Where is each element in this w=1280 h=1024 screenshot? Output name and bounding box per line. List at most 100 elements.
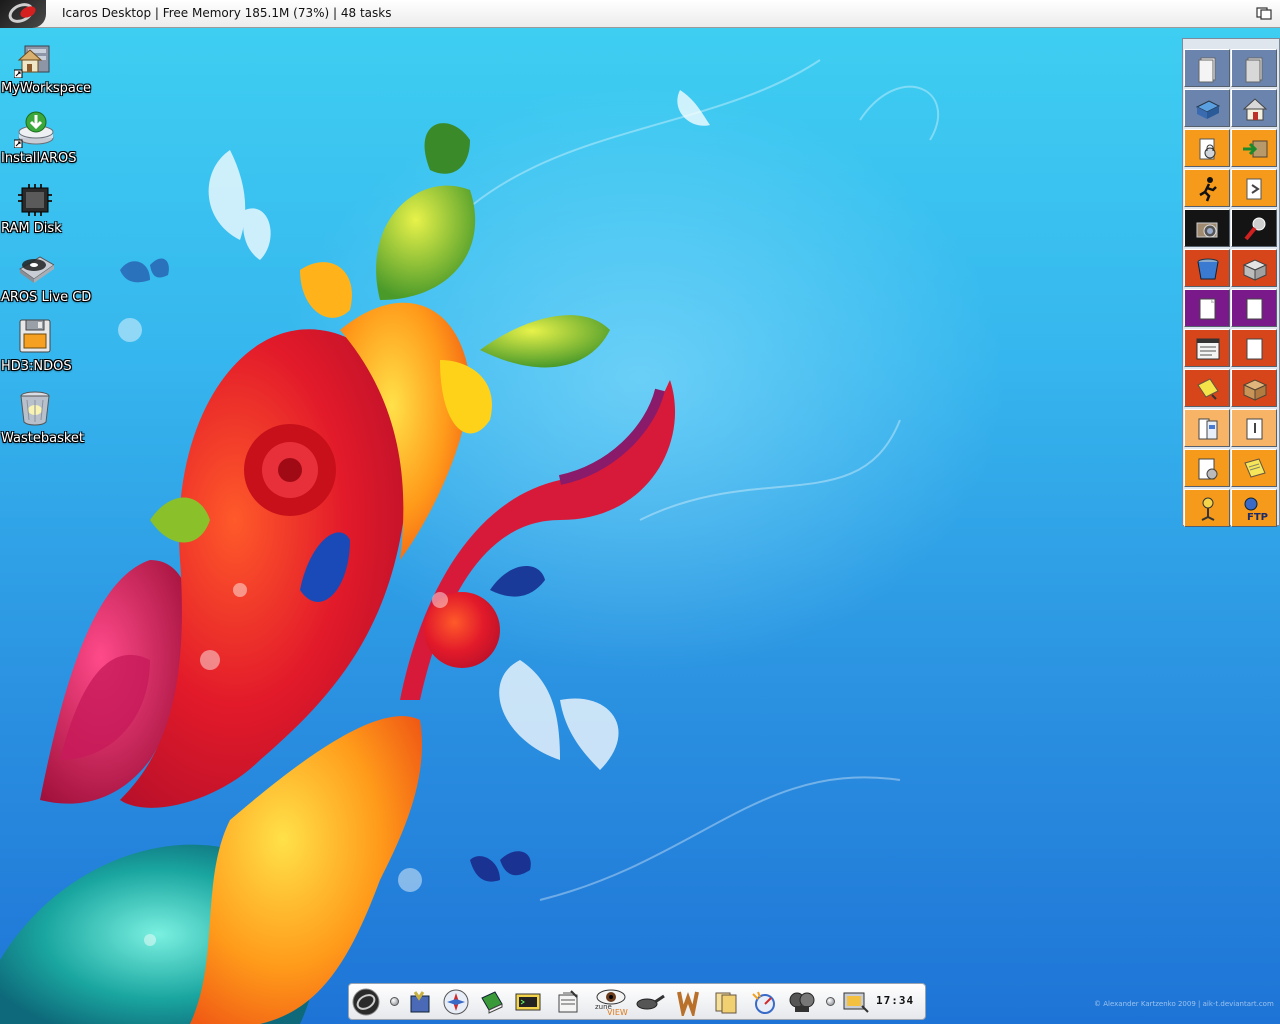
- dock-button-sticky-note[interactable]: [1184, 369, 1230, 407]
- desktop-icon-label: Wastebasket: [1, 431, 85, 446]
- launcher-book[interactable]: [477, 988, 507, 1016]
- desktop-icon-label: InstallAROS: [1, 151, 77, 166]
- document-pen-icon: [1246, 418, 1263, 440]
- dock-button-microphone[interactable]: [1231, 209, 1277, 247]
- dock-button-camera[interactable]: [1184, 209, 1230, 247]
- monitor-icon: [843, 992, 869, 1013]
- wallpaper-artwork: [0, 59, 940, 1024]
- camera-icon: [1196, 222, 1218, 238]
- screen-title-bar[interactable]: Icaros Desktop | Free Memory 185.1M (73%…: [0, 0, 1280, 28]
- desktop-background[interactable]: [0, 0, 1280, 1024]
- wanderer-icon: [677, 991, 699, 1020]
- workspace-icon: [14, 45, 50, 78]
- radar-icon: [752, 991, 775, 1014]
- dock-button-lock[interactable]: [1184, 129, 1230, 167]
- view-text: VIEW: [607, 1008, 628, 1016]
- notepad-icon: [1244, 458, 1266, 478]
- settings-doc-icon: [1198, 458, 1218, 480]
- launcher-radar[interactable]: [749, 988, 779, 1016]
- dock-button-terminal[interactable]: [1184, 329, 1230, 367]
- dock-button-box[interactable]: [1231, 249, 1277, 287]
- aros-logo-icon: [352, 988, 380, 1016]
- install-icon: [14, 111, 54, 148]
- document-arrow-icon: [1246, 178, 1262, 200]
- desktop-icon-label: AROS Live CD: [1, 290, 92, 305]
- dock-button-drive[interactable]: [1184, 89, 1230, 127]
- file-manager-icon: [410, 991, 430, 1013]
- ftp-label: FTP: [1247, 512, 1268, 523]
- dock-button-document-arrow[interactable]: [1231, 169, 1277, 207]
- dock-button-home[interactable]: [1231, 89, 1277, 127]
- floppy-icon: [19, 319, 51, 353]
- desktop-icon-label: MyWorkspace: [1, 81, 91, 96]
- document-icon: [1198, 57, 1216, 83]
- game-icon: [789, 992, 815, 1012]
- dock-button-notepad[interactable]: [1231, 449, 1277, 487]
- dock-button-ftp[interactable]: FTP: [1231, 489, 1277, 527]
- launcher-separator-dot: [390, 997, 399, 1006]
- cdrom-icon: [19, 256, 54, 283]
- launcher-pan[interactable]: [635, 988, 665, 1016]
- dock-button-document-4[interactable]: [1231, 329, 1277, 367]
- lock-icon: [1199, 138, 1216, 160]
- ramdisk-icon: [18, 184, 52, 216]
- desktop-icon-aros-live-cd[interactable]: AROS Live CD: [0, 247, 110, 313]
- pan-icon: [636, 994, 665, 1010]
- dock-button-document-pen[interactable]: [1231, 409, 1277, 447]
- desktop-icon-ram-disk[interactable]: RAM Disk: [0, 178, 110, 244]
- book-icon: [481, 991, 503, 1014]
- dock-button-settings-doc[interactable]: [1184, 449, 1230, 487]
- desktop-icon-wastebasket[interactable]: Wastebasket: [0, 388, 110, 454]
- clock: 17:34: [876, 994, 915, 1007]
- launcher-zune-view[interactable]: zune VIEW: [593, 988, 629, 1017]
- microphone-icon: [1244, 217, 1266, 241]
- enter-icon: [1243, 140, 1268, 158]
- drive-icon: [1195, 100, 1221, 119]
- launcher-terminal[interactable]: [513, 988, 543, 1016]
- launcher-browser[interactable]: [441, 988, 471, 1016]
- run-icon: [1199, 177, 1217, 202]
- launcher-game[interactable]: [787, 988, 817, 1016]
- zune-view-icon: zune VIEW: [595, 989, 628, 1017]
- document-icon: [1246, 298, 1263, 320]
- desktop-icon-hd3-ndos[interactable]: HD3:NDOS: [0, 316, 110, 382]
- network-icon: [1201, 497, 1215, 521]
- dock-button-network[interactable]: [1184, 489, 1230, 527]
- dock-button-document-3[interactable]: [1231, 289, 1277, 327]
- document-icon: [1246, 338, 1263, 360]
- screen-depth-gadget-icon[interactable]: [1256, 5, 1272, 21]
- dock-button-bucket[interactable]: [1184, 249, 1230, 287]
- trash-icon: [20, 391, 50, 426]
- sticky-note-icon: [1197, 378, 1219, 400]
- ftp-icon: FTP: [1244, 497, 1268, 523]
- launcher-aros-menu[interactable]: [351, 988, 381, 1016]
- desktop-icon-label: RAM Disk: [1, 221, 62, 236]
- dock-button-enter[interactable]: [1231, 129, 1277, 167]
- launcher-file-manager[interactable]: [405, 988, 435, 1016]
- launcher-wanderer[interactable]: [673, 988, 703, 1020]
- wallpaper-credit: © Alexander Kartzenko 2009 | aik-t.devia…: [1094, 1000, 1274, 1008]
- launcher-notes[interactable]: [711, 988, 741, 1016]
- bottom-launcher-bar: zune VIEW 17:34: [348, 983, 926, 1020]
- dock-button-note[interactable]: [1184, 289, 1230, 327]
- launcher-monitor[interactable]: [840, 988, 870, 1016]
- editor-icon: [558, 990, 578, 1013]
- desktop-icon-myworkspace[interactable]: MyWorkspace: [0, 38, 110, 104]
- dock-button-document-2[interactable]: [1231, 49, 1277, 87]
- aros-logo-icon[interactable]: [0, 0, 46, 28]
- dock-button-document[interactable]: [1184, 49, 1230, 87]
- dock-button-run[interactable]: [1184, 169, 1230, 207]
- install-disk-icon: [1198, 418, 1218, 440]
- dock-button-package[interactable]: [1231, 369, 1277, 407]
- right-dock: FTP: [1182, 38, 1280, 527]
- launcher-editor[interactable]: [553, 988, 583, 1016]
- box-icon: [1242, 259, 1268, 281]
- dock-button-install-disk[interactable]: [1184, 409, 1230, 447]
- terminal-icon: [515, 993, 541, 1011]
- desktop-icon-installaros[interactable]: InstallAROS: [0, 108, 110, 174]
- note-icon: [1199, 298, 1216, 320]
- bucket-icon: [1197, 258, 1219, 280]
- notes-icon: [715, 992, 737, 1014]
- browser-icon: [443, 989, 469, 1015]
- document-icon: [1245, 57, 1263, 83]
